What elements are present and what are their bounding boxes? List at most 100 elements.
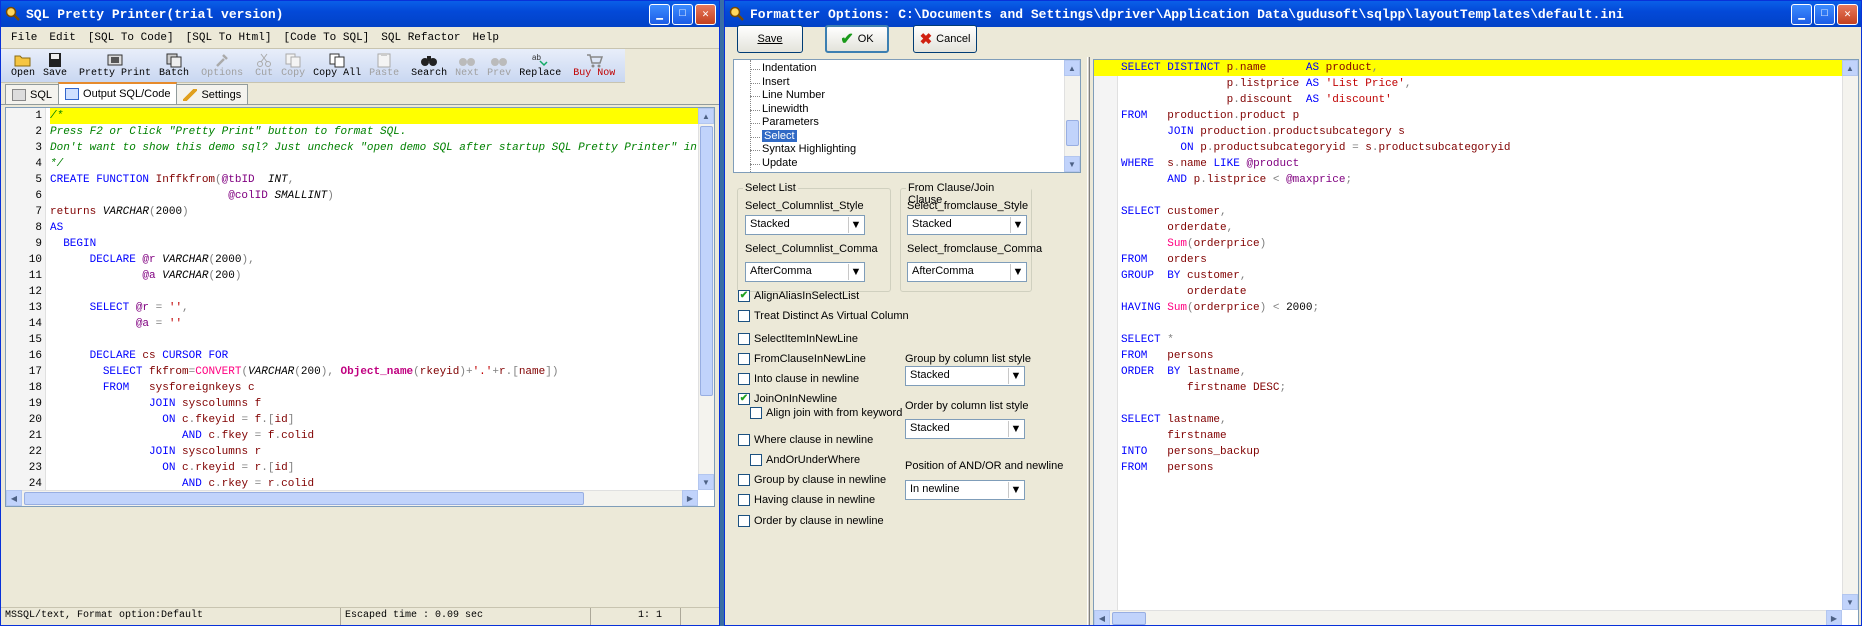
align-alias-checkbox[interactable]: ✔ AlignAliasInSelectList — [738, 290, 859, 302]
into-clause-newline-checkbox[interactable]: Into clause in newline — [738, 373, 859, 385]
code-line[interactable]: 5 CREATE FUNCTION Inffkfrom(@tbID INT, — [6, 172, 698, 188]
replace-button[interactable]: ab Replace — [515, 51, 565, 80]
scroll-right-button[interactable]: ▶ — [682, 490, 698, 506]
tree-scrollbar[interactable]: ▲ ▼ — [1064, 60, 1080, 172]
tree-item-line-number[interactable]: Line Number — [762, 89, 825, 101]
fromclause-style-select[interactable]: Stacked ▼ — [907, 215, 1027, 235]
code-line[interactable]: 23 ON c.rkeyid = r.[id] — [6, 460, 698, 476]
maximize-button[interactable]: □ — [672, 3, 693, 25]
code-line[interactable]: 4 */ — [6, 156, 698, 172]
select-item-newline-checkbox[interactable]: SelectItemInNewLine — [738, 333, 858, 345]
code-line[interactable]: 15 — [6, 332, 698, 348]
columnlist-comma-select[interactable]: AfterComma ▼ — [745, 262, 865, 282]
menu-help[interactable]: Help — [469, 32, 507, 44]
tree-item-linewidth[interactable]: Linewidth — [762, 103, 808, 115]
close-button[interactable]: ✕ — [695, 3, 716, 25]
maximize-button[interactable]: □ — [1814, 3, 1835, 25]
tree-scroll-down-button[interactable]: ▼ — [1064, 156, 1080, 172]
close-button[interactable]: ✕ — [1837, 3, 1858, 25]
paste-button[interactable]: Paste — [365, 51, 403, 80]
preview-horizontal-thumb[interactable] — [1112, 612, 1146, 625]
code-line[interactable]: 9 BEGIN — [6, 236, 698, 252]
panel-splitter[interactable] — [1087, 57, 1090, 625]
search-button[interactable]: Search — [407, 51, 451, 80]
scroll-up-button[interactable]: ▲ — [698, 108, 714, 124]
save-button[interactable]: Save — [39, 51, 71, 80]
from-clause-newline-checkbox[interactable]: FromClauseInNewLine — [738, 353, 866, 365]
menu-sql-to-html[interactable]: [SQL To Html] — [182, 32, 280, 44]
copy-all-button[interactable]: Copy All — [309, 51, 365, 80]
code-line[interactable]: 2 Press F2 or Click "Pretty Print" button… — [6, 124, 698, 140]
options-button[interactable]: Options — [197, 51, 247, 80]
tree-scroll-up-button[interactable]: ▲ — [1064, 60, 1080, 76]
ok-button[interactable]: ✔ OK — [825, 25, 889, 53]
code-line[interactable]: 18 FROM sysforeignkeys c — [6, 380, 698, 396]
code-line[interactable]: 16 DECLARE cs CURSOR FOR — [6, 348, 698, 364]
code-line[interactable]: 20 ON c.fkeyid = f.[id] — [6, 412, 698, 428]
having-newline-checkbox[interactable]: Having clause in newline — [738, 494, 875, 506]
menu-edit[interactable]: Edit — [45, 32, 83, 44]
save-options-button[interactable]: Save — [737, 25, 803, 53]
tab-sql[interactable]: SQL — [5, 84, 60, 104]
preview-scroll-left-button[interactable]: ◀ — [1094, 610, 1110, 625]
preview-horizontal-scrollbar[interactable]: ◀ ▶ — [1094, 610, 1842, 625]
code-line[interactable]: 1 /* — [6, 108, 698, 124]
vertical-scrollbar[interactable]: ▲ ▼ — [698, 108, 714, 490]
code-editor[interactable]: 1 /* 2 Press F2 or Click "Pretty Print" but… — [5, 107, 715, 507]
preview-vertical-scrollbar[interactable]: ▲ ▼ — [1842, 60, 1858, 610]
pretty-print-button[interactable]: Pretty Print — [75, 51, 155, 80]
tree-scroll-thumb[interactable] — [1066, 120, 1079, 146]
copy-button[interactable]: Copy — [277, 51, 309, 80]
treat-distinct-checkbox[interactable]: Treat Distinct As Virtual Column — [738, 310, 909, 322]
preview-scroll-up-button[interactable]: ▲ — [1842, 60, 1858, 76]
code-line[interactable]: 17 SELECT fkfrom=CONVERT(VARCHAR(200), O… — [6, 364, 698, 380]
left-titlebar[interactable]: SQL Pretty Printer(trial version) ▁ □ ✕ — [1, 1, 719, 27]
code-line[interactable]: 13 SELECT @r = '', — [6, 300, 698, 316]
menu-sql-refactor[interactable]: SQL Refactor — [377, 32, 468, 44]
right-titlebar[interactable]: Formatter Options: C:\Documents and Sett… — [725, 1, 1861, 27]
open-button[interactable]: Open — [7, 51, 39, 80]
order-by-newline-checkbox[interactable]: Order by clause in newline — [738, 515, 884, 527]
tree-item-syntax-highlighting[interactable]: Syntax Highlighting — [762, 143, 856, 155]
code-line[interactable]: 12 — [6, 284, 698, 300]
code-line[interactable]: 19 JOIN syscolumns f — [6, 396, 698, 412]
menu-code-to-sql[interactable]: [Code To SQL] — [279, 32, 377, 44]
where-clause-newline-checkbox[interactable]: Where clause in newline — [738, 434, 873, 446]
batch-button[interactable]: Batch — [155, 51, 193, 80]
tree-item-indentation[interactable]: Indentation — [762, 62, 816, 74]
tree-item-select[interactable]: Select — [762, 129, 797, 142]
prev-button[interactable]: Prev — [483, 51, 515, 80]
code-line[interactable]: 7 returns VARCHAR(2000) — [6, 204, 698, 220]
scroll-left-button[interactable]: ◀ — [6, 490, 22, 506]
code-line[interactable]: 10 DECLARE @r VARCHAR(2000), — [6, 252, 698, 268]
join-on-newline-checkbox[interactable]: ✔ JoinOnInNewline — [738, 393, 837, 405]
code-line[interactable]: 6 @colID SMALLINT) — [6, 188, 698, 204]
align-join-from-checkbox[interactable]: Align join with from keyword — [750, 407, 902, 419]
groupby-style-select[interactable]: Stacked ▼ — [905, 366, 1025, 386]
columnlist-style-select[interactable]: Stacked ▼ — [745, 215, 865, 235]
preview-scroll-down-button[interactable]: ▼ — [1842, 594, 1858, 610]
code-line[interactable]: 14 @a = '' — [6, 316, 698, 332]
tab-settings[interactable]: Settings — [176, 84, 249, 104]
minimize-button[interactable]: ▁ — [649, 3, 670, 25]
tree-item-parameters[interactable]: Parameters — [762, 116, 819, 128]
andor-position-select[interactable]: In newline ▼ — [905, 480, 1025, 500]
buy-now-button[interactable]: Buy Now — [569, 51, 619, 80]
code-line[interactable]: 8 AS — [6, 220, 698, 236]
fromclause-comma-select[interactable]: AfterComma ▼ — [907, 262, 1027, 282]
next-button[interactable]: Next — [451, 51, 483, 80]
minimize-button[interactable]: ▁ — [1791, 3, 1812, 25]
cut-button[interactable]: Cut — [251, 51, 277, 80]
vertical-scroll-thumb[interactable] — [700, 126, 713, 396]
preview-scroll-right-button[interactable]: ▶ — [1826, 610, 1842, 625]
horizontal-scrollbar[interactable]: ◀ ▶ — [6, 490, 698, 506]
code-line[interactable]: 3 Don't want to show this demo sql? Just … — [6, 140, 698, 156]
code-line[interactable]: 21 AND c.fkey = f.colid — [6, 428, 698, 444]
cancel-button[interactable]: ✖ Cancel — [913, 25, 977, 53]
group-by-newline-checkbox[interactable]: Group by clause in newline — [738, 474, 886, 486]
horizontal-scroll-thumb[interactable] — [24, 492, 584, 505]
orderby-style-select[interactable]: Stacked ▼ — [905, 419, 1025, 439]
code-line[interactable]: 11 @a VARCHAR(200) — [6, 268, 698, 284]
and-or-under-where-checkbox[interactable]: AndOrUnderWhere — [750, 454, 860, 466]
code-line[interactable]: 22 JOIN syscolumns r — [6, 444, 698, 460]
